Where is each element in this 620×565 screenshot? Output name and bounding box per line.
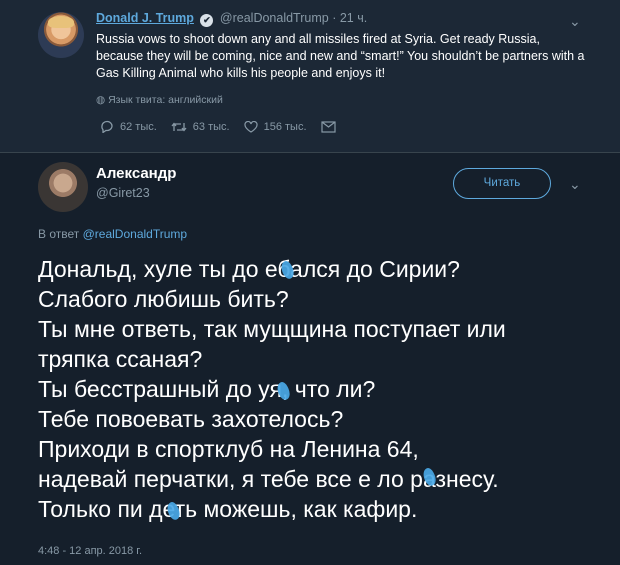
tweet-line: Ты бесстрашный до уя, что ли? xyxy=(38,376,376,402)
quoted-tweet-header: Donald J. Trump ✔ @realDonaldTrump · 21 … xyxy=(96,11,367,27)
tweet-line: надевай перчатки, я тебе все е ло разнес… xyxy=(38,466,499,492)
chevron-down-icon[interactable]: ⌄ xyxy=(569,176,581,193)
message-icon xyxy=(320,120,336,133)
reply-count: 62 тыс. xyxy=(120,120,157,133)
language-note-text: Язык твита: английский xyxy=(108,94,223,106)
retweet-count: 63 тыс. xyxy=(192,120,230,133)
author-avatar[interactable] xyxy=(38,162,88,212)
quoted-tweet-time[interactable]: · 21 ч. xyxy=(332,11,367,25)
globe-icon: ◍ xyxy=(96,94,106,106)
quoted-author-handle[interactable]: @realDonaldTrump xyxy=(220,11,329,25)
quoted-tweet-text: Russia vows to shoot down any and all mi… xyxy=(96,32,585,80)
tweet-line: Только пи деть можешь, как кафир. xyxy=(38,496,418,522)
quoted-tweet[interactable]: Donald J. Trump ✔ @realDonaldTrump · 21 … xyxy=(0,0,620,152)
retweet-button[interactable]: 63 тыс. xyxy=(171,121,230,133)
author-name[interactable]: Александр xyxy=(96,165,176,182)
tweet-timestamp[interactable]: 4:48 - 12 апр. 2018 г. xyxy=(38,545,142,557)
tweet-line: Тебе повоевать захотелось? xyxy=(38,406,344,432)
tweet-actions: 62 тыс. 63 тыс. 156 тыс. xyxy=(100,120,356,133)
reply-handle-link[interactable]: @realDonaldTrump xyxy=(83,227,187,241)
chevron-down-icon[interactable]: ⌄ xyxy=(569,13,581,30)
reply-prefix: В ответ xyxy=(38,227,80,241)
like-button[interactable]: 156 тыс. xyxy=(243,120,307,133)
reply-button[interactable]: 62 тыс. xyxy=(100,120,157,133)
divider xyxy=(0,152,620,153)
like-count: 156 тыс. xyxy=(263,120,307,133)
reply-icon xyxy=(101,120,113,133)
quoted-author-name[interactable]: Donald J. Trump xyxy=(96,11,194,25)
reply-context: В ответ @realDonaldTrump xyxy=(38,227,187,241)
tweet-line: Слабого любишь бить? xyxy=(38,286,289,312)
tweet-line: Приходи в спортклуб на Ленина 64, xyxy=(38,436,419,462)
quoted-author-avatar[interactable] xyxy=(38,12,84,58)
tweet-line: Дональд, хуле ты до ебался до Сирии? xyxy=(38,256,460,282)
language-note: ◍ Язык твита: английский xyxy=(96,94,223,106)
author-handle[interactable]: @Giret23 xyxy=(96,186,150,200)
tweet-text: Дональд, хуле ты до ебался до Сирии? Сла… xyxy=(38,254,598,524)
verified-icon: ✔ xyxy=(200,14,214,27)
tweet-line: тряпка ссаная? xyxy=(38,346,203,372)
follow-button[interactable]: Читать xyxy=(453,168,551,199)
tweet-line: Ты мне ответь, так мущщина поступает или xyxy=(38,316,506,342)
retweet-icon xyxy=(171,121,187,132)
message-button[interactable] xyxy=(320,120,342,133)
like-icon xyxy=(243,120,258,133)
